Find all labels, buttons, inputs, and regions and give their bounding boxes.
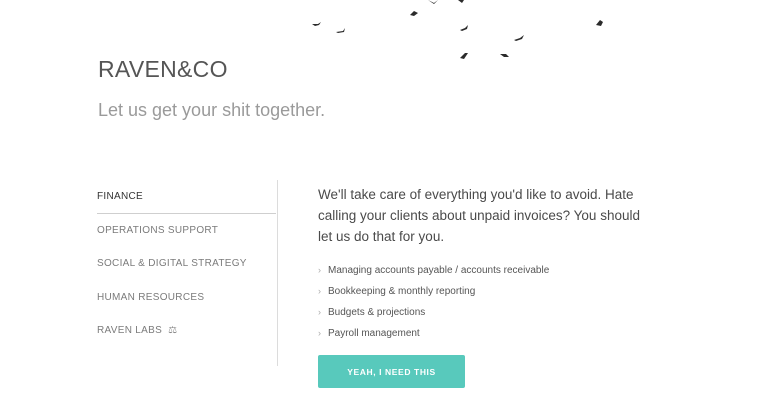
feature-label: Budgets & projections bbox=[328, 307, 426, 318]
feature-label: Payroll management bbox=[328, 328, 420, 339]
list-item: › Payroll management bbox=[318, 327, 648, 348]
list-item: › Bookkeeping & monthly reporting bbox=[318, 285, 648, 306]
nav-item-label: HUMAN RESOURCES bbox=[97, 292, 205, 303]
chevron-right-icon: › bbox=[318, 307, 321, 317]
active-nav-underline bbox=[97, 213, 276, 214]
chevron-right-icon: › bbox=[318, 265, 321, 275]
bird-icon bbox=[458, 0, 464, 3]
nav-item-label: OPERATIONS SUPPORT bbox=[97, 225, 219, 236]
nav-item-label: RAVEN LABS bbox=[97, 325, 163, 336]
bird-icon bbox=[428, 0, 438, 4]
tagline: Let us get your shit together. bbox=[98, 99, 326, 120]
service-details: We'll take care of everything you'd like… bbox=[318, 184, 648, 348]
feature-label: Bookkeeping & monthly reporting bbox=[328, 286, 476, 297]
yeah-i-need-this-button[interactable]: YEAH, I NEED THIS bbox=[318, 355, 465, 388]
flask-icon: ⚖ bbox=[168, 325, 178, 336]
nav-item-label: FINANCE bbox=[97, 191, 143, 202]
nav-item-social-digital-strategy[interactable]: SOCIAL & DIGITAL STRATEGY bbox=[97, 258, 276, 269]
nav-item-label: SOCIAL & DIGITAL STRATEGY bbox=[97, 258, 247, 269]
nav-item-operations-support[interactable]: OPERATIONS SUPPORT bbox=[97, 225, 276, 236]
nav-item-finance[interactable]: FINANCE bbox=[97, 191, 276, 202]
nav-item-raven-labs[interactable]: RAVEN LABS ⚖ bbox=[97, 325, 276, 336]
feature-label: Managing accounts payable / accounts rec… bbox=[328, 265, 550, 276]
bird-icon bbox=[500, 54, 509, 57]
bird-icon bbox=[312, 22, 321, 26]
bird-icon bbox=[514, 35, 524, 41]
bird-icon bbox=[460, 53, 468, 59]
brand-logo-text[interactable]: RAVEN&CO bbox=[98, 56, 228, 83]
birds-decoration bbox=[312, 0, 603, 59]
chevron-right-icon: › bbox=[318, 286, 321, 296]
chevron-right-icon: › bbox=[318, 328, 321, 338]
services-nav: FINANCE OPERATIONS SUPPORT SOCIAL & DIGI… bbox=[97, 180, 278, 366]
feature-list: › Managing accounts payable / accounts re… bbox=[318, 264, 648, 348]
bird-icon bbox=[596, 20, 603, 26]
list-item: › Budgets & projections bbox=[318, 306, 648, 327]
list-item: › Managing accounts payable / accounts re… bbox=[318, 264, 648, 285]
service-intro: We'll take care of everything you'd like… bbox=[318, 187, 640, 244]
nav-item-human-resources[interactable]: HUMAN RESOURCES bbox=[97, 292, 276, 303]
bird-icon bbox=[460, 25, 468, 31]
bird-icon bbox=[336, 28, 345, 33]
bird-icon bbox=[410, 11, 418, 16]
